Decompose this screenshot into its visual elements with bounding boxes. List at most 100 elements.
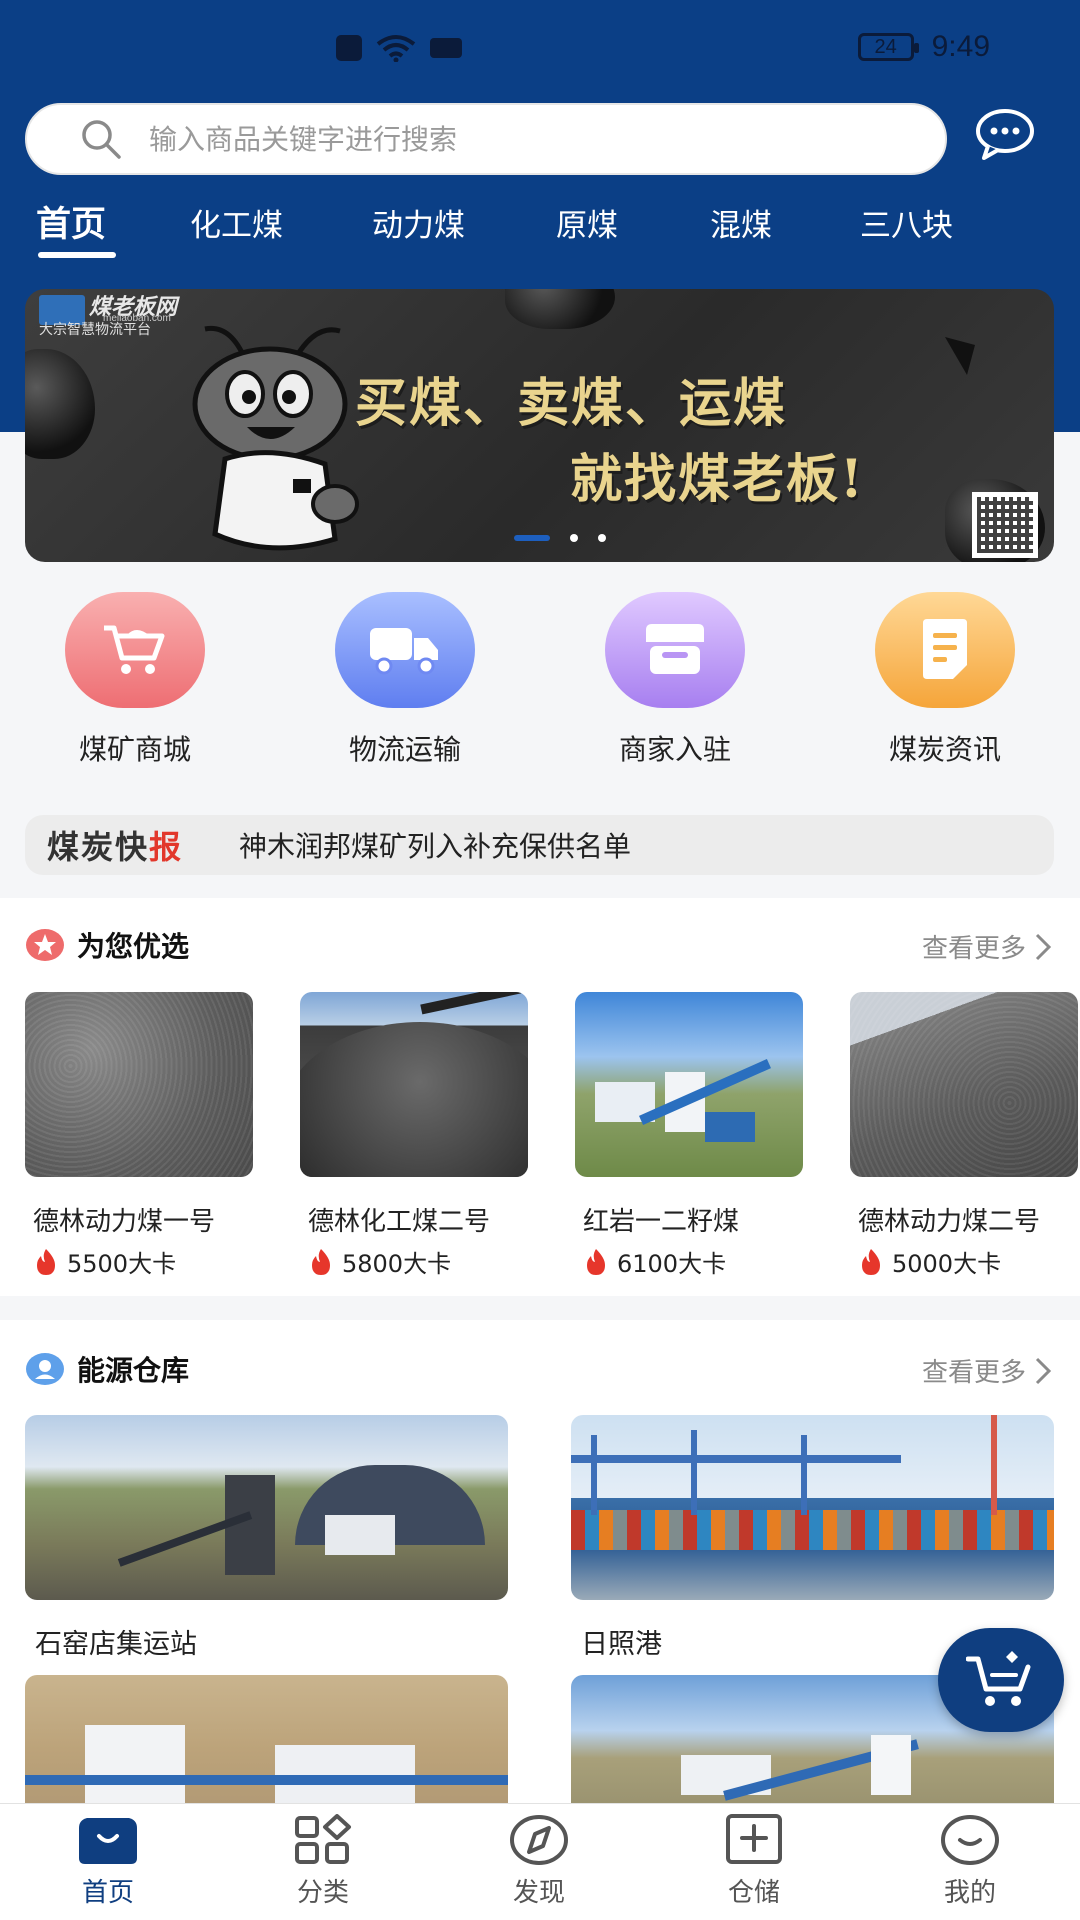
section-title: 为您优选 <box>77 930 190 963</box>
product-calorie: 5000大卡 <box>858 1244 1078 1279</box>
banner-headline: 买煤、卖煤、运煤 <box>355 373 788 434</box>
view-more-link[interactable]: 查看更多 <box>922 1352 1052 1389</box>
tab-sanba-block[interactable]: 三八块 <box>860 200 953 245</box>
product-image <box>25 992 253 1177</box>
message-icon[interactable] <box>974 106 1036 160</box>
promo-banner[interactable]: 煤老板网 meilaoban.com 大宗智慧物流平台 买煤、卖煤、运煤 就找煤… <box>25 289 1054 562</box>
profile-icon <box>941 1815 999 1865</box>
quick-nav-coal-mall[interactable]: 煤矿商城 <box>25 592 245 768</box>
banner-subheadline: 就找煤老板! <box>570 449 865 510</box>
status-icons <box>336 34 462 62</box>
warehouse-image <box>25 1415 508 1600</box>
banner-dot[interactable] <box>597 534 606 542</box>
tab-active-indicator <box>38 252 116 258</box>
quick-nav-coal-news[interactable]: 煤炭资讯 <box>835 592 1055 768</box>
product-card[interactable]: 德林化工煤二号 5800大卡 <box>300 992 528 1279</box>
product-card[interactable]: 德林动力煤一号 5500大卡 <box>25 992 253 1279</box>
bottom-tab-profile[interactable]: 我的 <box>900 1814 1040 1909</box>
view-more-label: 查看更多 <box>921 1358 1026 1388</box>
product-name: 德林动力煤一号 <box>33 1207 216 1237</box>
bottom-tab-label: 首页 <box>81 1878 134 1908</box>
product-name: 德林化工煤二号 <box>308 1207 491 1237</box>
flame-icon <box>862 1248 880 1275</box>
wifi-icon <box>376 35 416 62</box>
quick-nav-label: 物流运输 <box>348 733 461 766</box>
product-card[interactable]: 德林动力煤二号 5000大卡 <box>850 992 1078 1279</box>
store-icon <box>605 592 745 708</box>
calorie-value: 5000大卡 <box>892 1250 1002 1278</box>
news-tag-accent: 报 <box>149 828 184 866</box>
notification-icon <box>336 35 362 61</box>
news-headline[interactable]: 神木润邦煤矿列入补充保供名单 <box>239 825 631 865</box>
news-tag-main: 煤炭快 <box>47 828 150 866</box>
banner-pagination <box>25 534 1054 542</box>
chevron-right-icon <box>1035 933 1052 960</box>
location-badge-icon <box>26 1353 64 1385</box>
bottom-tab-category[interactable]: 分类 <box>253 1814 393 1909</box>
bottom-tab-label: 分类 <box>296 1878 349 1908</box>
coal-lump-image <box>25 349 95 459</box>
quick-nav: 煤矿商城 物流运输 商家入驻 煤炭资讯 <box>0 592 1080 782</box>
section-header: 为您优选 <box>25 925 189 965</box>
view-more-label: 查看更多 <box>921 934 1026 964</box>
warehouse-name: 石窑店集运站 <box>35 1629 197 1660</box>
category-tabs: 首页 化工煤 动力煤 原煤 混煤 三八块 <box>0 200 1080 260</box>
product-calorie: 5800大卡 <box>308 1244 528 1279</box>
ant-mascot-image <box>192 325 359 551</box>
truck-icon <box>335 592 475 708</box>
section-header: 能源仓库 <box>25 1349 189 1389</box>
tab-power-coal[interactable]: 动力煤 <box>372 200 465 245</box>
product-name: 红岩一二籽煤 <box>583 1207 740 1237</box>
arrow-decoration-icon <box>945 337 975 375</box>
bottom-tab-label: 仓储 <box>727 1878 780 1908</box>
banner-dot-active[interactable] <box>513 535 550 541</box>
battery-level: 24 <box>874 35 897 58</box>
bottom-tab-home[interactable]: 首页 <box>38 1814 178 1909</box>
news-ticker[interactable]: 煤炭快报 神木润邦煤矿列入补充保供名单 <box>25 815 1054 875</box>
calorie-value: 5500大卡 <box>67 1250 177 1278</box>
tab-mixed-coal[interactable]: 混煤 <box>710 200 772 245</box>
calorie-value: 6100大卡 <box>617 1250 727 1278</box>
product-card[interactable]: 红岩一二籽煤 6100大卡 <box>575 992 803 1279</box>
product-image <box>850 992 1078 1177</box>
warehouse-image <box>571 1415 1054 1600</box>
bottom-tab-warehouse[interactable]: 仓储 <box>684 1814 824 1909</box>
warehouse-card[interactable]: 日照港 <box>571 1415 1054 1661</box>
home-icon <box>79 1818 137 1864</box>
product-calorie: 5500大卡 <box>33 1244 253 1279</box>
tab-chemical-coal[interactable]: 化工煤 <box>190 200 283 245</box>
bottom-tab-discover[interactable]: 发现 <box>469 1814 609 1909</box>
floating-cart-button[interactable] <box>938 1628 1064 1732</box>
product-name: 德林动力煤二号 <box>858 1207 1041 1237</box>
status-bar: 24 9:49 <box>0 0 1080 100</box>
quick-nav-label: 商家入驻 <box>618 733 731 766</box>
quick-nav-merchant-join[interactable]: 商家入驻 <box>565 592 785 768</box>
view-more-link[interactable]: 查看更多 <box>922 928 1052 965</box>
bottom-tab-bar: 首页 分类 发现 仓储 我的 <box>0 1803 1080 1920</box>
tab-home[interactable]: 首页 <box>36 196 106 247</box>
search-icon <box>82 120 121 159</box>
battery-icon: 24 <box>857 33 919 61</box>
warehouse-card[interactable]: 石窑店集运站 <box>25 1415 508 1661</box>
warehouse-add-icon <box>726 1814 782 1864</box>
quick-nav-logistics[interactable]: 物流运输 <box>295 592 515 768</box>
hms-icon <box>430 38 462 58</box>
coal-lump-image <box>505 289 615 329</box>
warehouse-card[interactable] <box>25 1675 508 1803</box>
quick-nav-label: 煤炭资讯 <box>888 733 1001 766</box>
tab-raw-coal[interactable]: 原煤 <box>556 200 618 245</box>
clock: 9:49 <box>931 30 990 63</box>
bottom-tab-label: 发现 <box>512 1878 565 1908</box>
flame-icon <box>37 1248 55 1275</box>
banner-dot[interactable] <box>569 534 578 542</box>
product-calorie: 6100大卡 <box>583 1244 803 1279</box>
flame-icon <box>587 1248 605 1275</box>
product-list: 德林动力煤一号 5500大卡 德林化工煤二号 5800大卡 红岩一二籽煤 610… <box>25 992 1080 1278</box>
compass-icon <box>510 1815 568 1865</box>
banner-logo-subtitle: 大宗智慧物流平台 <box>39 322 151 338</box>
search-input[interactable] <box>149 122 849 156</box>
search-bar[interactable] <box>25 103 947 175</box>
star-badge-icon <box>26 929 64 961</box>
warehouse-image <box>25 1675 508 1803</box>
news-tag: 煤炭快报 <box>47 822 183 868</box>
